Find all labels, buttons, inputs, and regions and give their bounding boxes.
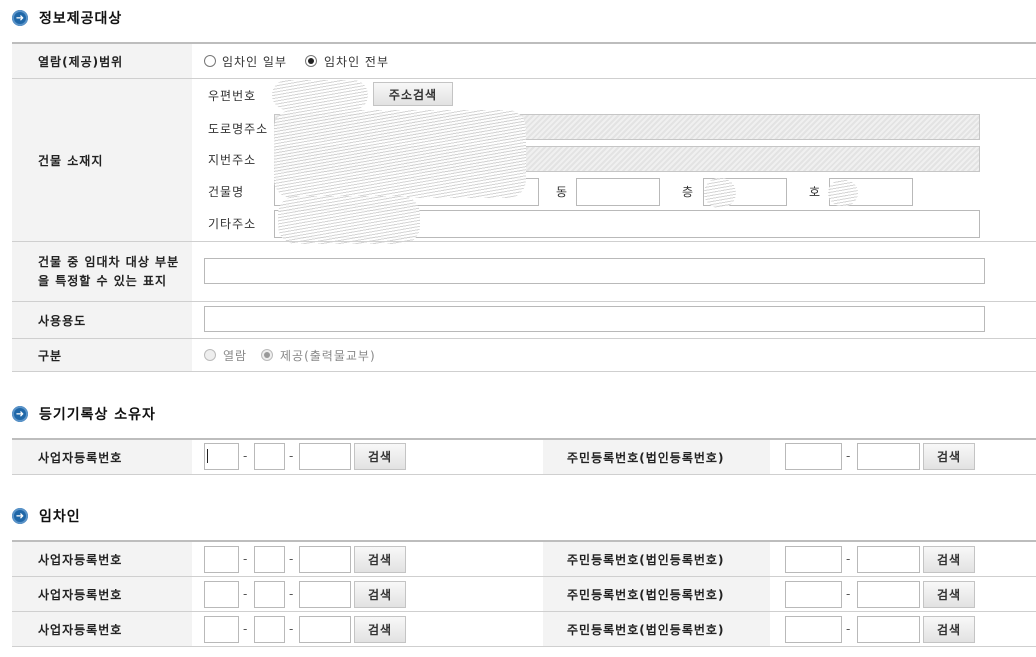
owner-business-number-part3[interactable] [299,443,351,470]
scope-option-partial: 임차인 일부 [222,55,288,69]
tenant-2-resident-number-header: 주민등록번호(법인등록번호) [543,577,770,611]
address-search-button[interactable]: 주소검색 [373,82,453,106]
tenant-1-resident-number-part1[interactable] [785,546,842,573]
tenant-3-business-number-part2[interactable] [254,616,285,643]
tenant-3-resident-number-part1[interactable] [785,616,842,643]
section-title-owner: ➜ 등기기록상 소유자 [12,402,156,426]
text-cursor [207,449,208,463]
scope-option-all: 임차인 전부 [324,55,390,69]
building-location-header: 건물 소재지 [12,79,192,241]
owner-resident-search-button[interactable]: 검색 [923,443,975,470]
floor-label: 층 [682,185,695,199]
separator: - [243,449,248,463]
tenant-3-business-search-button[interactable]: 검색 [354,616,406,643]
tenant-1-business-number-header: 사업자등록번호 [12,542,192,576]
ho-label: 호 [809,185,822,199]
arrow-circle-icon: ➜ [12,508,28,524]
separator: - [243,552,248,566]
tenant-2-business-number-part3[interactable] [299,581,351,608]
tenant-1-resident-number-part2[interactable] [857,546,920,573]
lease-part-header: 건물 중 임대차 대상 부분을 특정할 수 있는 표지 [12,242,192,301]
redaction-scribble [828,180,858,206]
section-title-info-target: ➜ 정보제공대상 [12,6,122,30]
postal-code-label: 우편번호 [208,89,257,103]
tenant-1-resident-search-button[interactable]: 검색 [923,546,975,573]
separator: - [846,587,851,601]
tenant-1-resident-number-header: 주민등록번호(법인등록번호) [543,542,770,576]
type-radio-view[interactable] [204,349,216,361]
dong-label: 동 [556,185,569,199]
building-name-label: 건물명 [208,185,245,199]
section-bottom-divider [12,371,1036,372]
redaction-scribble [704,178,736,208]
tenant-2-business-number-part1[interactable] [204,581,239,608]
separator: - [846,449,851,463]
tenant-3-business-number-header: 사업자등록번호 [12,612,192,646]
separator: - [846,552,851,566]
tenant-2-resident-search-button[interactable]: 검색 [923,581,975,608]
redaction-scribble [272,80,368,110]
type-option-provide: 제공(출력물교부) [280,349,376,363]
section-title-tenant: ➜ 임차인 [12,504,81,528]
separator: - [289,622,294,636]
separator: - [243,622,248,636]
road-address-label: 도로명주소 [208,122,269,136]
separator: - [289,552,294,566]
owner-business-number-part1[interactable] [204,443,239,470]
separator: - [289,587,294,601]
tenant-3-resident-number-header: 주민등록번호(법인등록번호) [543,612,770,646]
tenant-2-business-search-button[interactable]: 검색 [354,581,406,608]
type-radio-provide[interactable] [261,349,273,361]
separator: - [846,622,851,636]
tenant-3-business-number-part3[interactable] [299,616,351,643]
type-option-view: 열람 [223,349,248,363]
tenant-2-business-number-part2[interactable] [254,581,285,608]
scope-radio-all[interactable] [305,55,317,67]
owner-resident-number-part1[interactable] [785,443,842,470]
section-bottom-divider [12,474,1036,475]
owner-business-number-part2[interactable] [254,443,285,470]
type-header: 구분 [12,339,192,371]
tenant-2-business-number-header: 사업자등록번호 [12,577,192,611]
tenant-1-business-number-part3[interactable] [299,546,351,573]
scope-header: 열람(제공)범위 [12,44,192,78]
usage-header: 사용용도 [12,302,192,338]
section-bottom-divider [12,646,1036,647]
redaction-scribble [274,110,526,198]
lease-part-input[interactable] [204,258,985,284]
tenant-1-business-number-part1[interactable] [204,546,239,573]
tenant-2-resident-number-part2[interactable] [857,581,920,608]
other-address-label: 기타주소 [208,217,257,231]
arrow-circle-icon: ➜ [12,10,28,26]
separator: - [289,449,294,463]
lot-address-label: 지번주소 [208,153,257,167]
owner-resident-number-header: 주민등록번호(법인등록번호) [543,440,770,474]
owner-business-number-header: 사업자등록번호 [12,440,192,474]
scope-radio-partial[interactable] [204,55,216,67]
tenant-1-business-number-part2[interactable] [254,546,285,573]
tenant-3-business-number-part1[interactable] [204,616,239,643]
tenant-3-resident-search-button[interactable]: 검색 [923,616,975,643]
tenant-3-resident-number-part2[interactable] [857,616,920,643]
owner-resident-number-part2[interactable] [857,443,920,470]
usage-input[interactable] [204,306,985,332]
arrow-circle-icon: ➜ [12,406,28,422]
tenant-1-business-search-button[interactable]: 검색 [354,546,406,573]
dong-input[interactable] [576,178,660,206]
tenant-2-resident-number-part1[interactable] [785,581,842,608]
separator: - [243,587,248,601]
redaction-scribble [278,196,420,244]
owner-business-search-button[interactable]: 검색 [354,443,406,470]
